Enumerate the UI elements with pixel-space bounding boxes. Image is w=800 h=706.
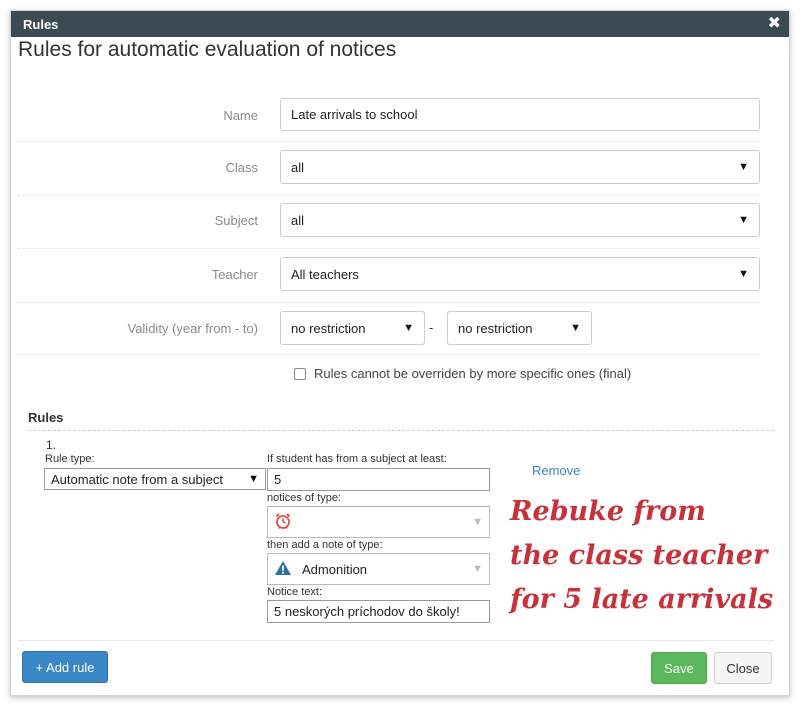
validity-separator: - bbox=[429, 320, 434, 335]
remove-rule-link[interactable]: Remove bbox=[532, 463, 580, 478]
notice-text-label: Notice text: bbox=[267, 586, 323, 598]
dropdown-arrow-icon: ▼ bbox=[738, 214, 749, 226]
validity-to-value: no restriction bbox=[458, 320, 533, 336]
handwritten-annotation: Rebuke from the class teacher for 5 late… bbox=[510, 490, 780, 622]
note-type-value: Admonition bbox=[302, 561, 368, 577]
teacher-label: Teacher bbox=[211, 267, 258, 282]
final-rule-option: Rules cannot be overriden by more specif… bbox=[294, 366, 631, 381]
dropdown-arrow-icon: ▼ bbox=[472, 516, 483, 528]
form-row-class: Class all ▼ bbox=[18, 150, 760, 196]
add-rule-button[interactable]: + Add rule bbox=[22, 651, 108, 683]
form-row-validity: Validity (year from - to) no restriction… bbox=[18, 311, 760, 355]
name-label: Name bbox=[223, 108, 258, 123]
teacher-select[interactable]: All teachers ▼ bbox=[280, 257, 760, 291]
rule-type-value: Automatic note from a subject bbox=[51, 471, 223, 487]
annotation-line-1: Rebuke from bbox=[510, 496, 706, 527]
validity-to-select[interactable]: no restriction ▼ bbox=[447, 311, 592, 345]
dropdown-arrow-icon: ▼ bbox=[738, 161, 749, 173]
teacher-select-value: All teachers bbox=[291, 266, 359, 282]
notice-text-value: 5 neskorých príchodov do školy! bbox=[274, 604, 460, 619]
name-input[interactable]: Late arrivals to school bbox=[280, 98, 760, 131]
note-type-display: Admonition bbox=[274, 560, 367, 579]
form-row-subject: Subject all ▼ bbox=[18, 203, 760, 249]
rule-type-label: Rule type: bbox=[45, 453, 95, 465]
subject-select-value: all bbox=[291, 212, 305, 228]
class-label: Class bbox=[225, 160, 258, 175]
footer-divider bbox=[18, 640, 774, 641]
warning-triangle-icon bbox=[274, 560, 302, 579]
validity-from-select[interactable]: no restriction ▼ bbox=[280, 311, 425, 345]
notices-type-select[interactable]: ▼ bbox=[267, 506, 490, 538]
final-checkbox-label: Rules cannot be overriden by more specif… bbox=[314, 366, 632, 381]
class-select-value: all bbox=[291, 159, 305, 175]
notices-type-label: notices of type: bbox=[267, 492, 341, 504]
annotation-line-3: for 5 late arrivals bbox=[510, 584, 774, 615]
page-title: Rules for automatic evaluation of notice… bbox=[18, 38, 397, 61]
subject-label: Subject bbox=[214, 213, 258, 228]
dialog-title: Rules bbox=[23, 16, 59, 32]
dialog-titlebar: Rules ✖ bbox=[11, 11, 789, 37]
at-least-input[interactable]: 5 bbox=[267, 468, 490, 491]
final-checkbox[interactable] bbox=[294, 367, 306, 380]
rule-number: 1. bbox=[46, 438, 57, 452]
dropdown-arrow-icon: ▼ bbox=[472, 563, 483, 575]
dropdown-arrow-icon: ▼ bbox=[403, 322, 414, 334]
class-select[interactable]: all ▼ bbox=[280, 150, 760, 184]
name-input-value: Late arrivals to school bbox=[291, 107, 418, 122]
notice-text-input[interactable]: 5 neskorých príchodov do školy! bbox=[267, 600, 490, 623]
alarm-clock-icon bbox=[274, 512, 292, 533]
rules-section-title: Rules bbox=[28, 410, 64, 425]
note-type-select[interactable]: Admonition ▼ bbox=[267, 553, 490, 585]
close-icon[interactable]: ✖ bbox=[768, 16, 781, 32]
rule-type-select[interactable]: Automatic note from a subject ▼ bbox=[44, 468, 266, 490]
dropdown-arrow-icon: ▼ bbox=[570, 322, 581, 334]
validity-from-value: no restriction bbox=[291, 320, 366, 336]
form-row-teacher: Teacher All teachers ▼ bbox=[18, 257, 760, 303]
at-least-value: 5 bbox=[274, 472, 282, 487]
subject-select[interactable]: all ▼ bbox=[280, 203, 760, 237]
dropdown-arrow-icon: ▼ bbox=[738, 268, 749, 280]
note-type-label: then add a note of type: bbox=[267, 539, 383, 551]
dropdown-arrow-icon: ▼ bbox=[248, 473, 259, 485]
validity-label: Validity (year from - to) bbox=[127, 321, 258, 336]
section-divider bbox=[28, 430, 774, 431]
form-row-name: Name Late arrivals to school bbox=[18, 98, 760, 142]
at-least-label: If student has from a subject at least: bbox=[267, 453, 447, 465]
save-button[interactable]: Save bbox=[651, 652, 707, 684]
annotation-line-2: the class teacher bbox=[510, 540, 768, 571]
close-button[interactable]: Close bbox=[714, 652, 772, 684]
